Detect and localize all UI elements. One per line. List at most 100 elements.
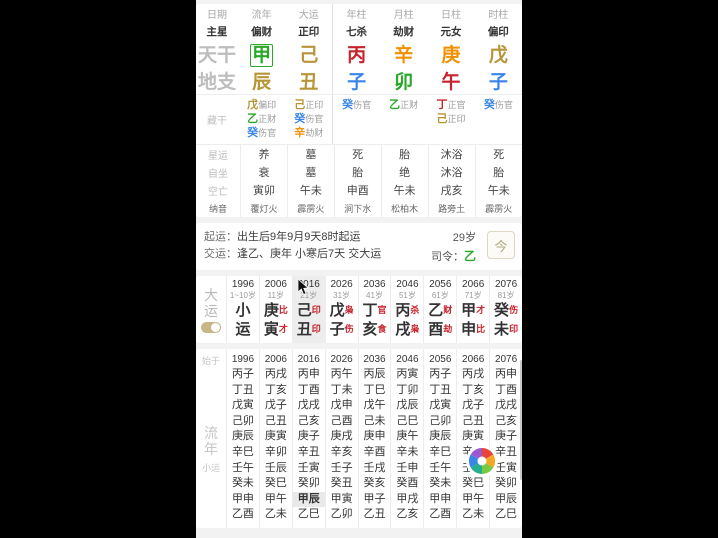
liunian-cell[interactable]: 庚子 bbox=[293, 429, 325, 445]
liunian-cell[interactable]: 己丑 bbox=[457, 414, 489, 430]
liunian-cell[interactable]: 壬寅 bbox=[293, 461, 325, 477]
liunian-cell[interactable]: 丁未 bbox=[326, 383, 358, 399]
liunian-cell[interactable]: 壬戌 bbox=[359, 461, 391, 477]
pillar-gan-2[interactable]: 丙 bbox=[332, 40, 380, 67]
dayun-side-label[interactable]: 大 运 bbox=[196, 276, 226, 343]
liunian-cell[interactable]: 戊午 bbox=[359, 398, 391, 414]
liunian-cell[interactable]: 辛亥 bbox=[326, 445, 358, 461]
liunian-cell[interactable]: 乙卯 bbox=[326, 507, 358, 523]
liunian-column-2016[interactable]: 2016 丙申 丁酉 戊戌 己亥 庚子 辛丑 壬寅 癸卯 甲辰 乙巳 bbox=[291, 349, 325, 528]
dayun-column-2006[interactable]: 2006 11岁 庚比 寅才 bbox=[258, 276, 292, 343]
liunian-column-2066[interactable]: 2066丙戌丁亥戊子己丑庚寅辛卯壬辰癸巳甲午乙未 bbox=[456, 349, 489, 528]
liunian-cell[interactable]: 丁酉 bbox=[293, 383, 325, 399]
liunian-cell[interactable]: 庚戌 bbox=[326, 429, 358, 445]
liunian-cell[interactable]: 壬午 bbox=[227, 461, 259, 477]
pillar-zhi-0[interactable]: 辰 bbox=[238, 67, 285, 94]
dayun-column-2026[interactable]: 2026 31岁 戊枭 子伤 bbox=[324, 276, 358, 343]
pillar-gan-0[interactable]: 甲 bbox=[238, 40, 285, 67]
liunian-cell[interactable]: 癸未 bbox=[227, 476, 259, 492]
liunian-cell[interactable]: 辛未 bbox=[391, 445, 423, 461]
liunian-cell[interactable]: 辛卯 bbox=[260, 445, 292, 461]
liunian-column-2006[interactable]: 2006 丙戌 丁亥 戊子 己丑 庚寅 辛卯 壬辰 癸巳 甲午 乙未 bbox=[258, 349, 292, 528]
liunian-column-2036[interactable]: 2036 丙辰 丁巳 戊午 己未 庚申 辛酉 壬戌 癸亥 甲子 乙丑 bbox=[357, 349, 391, 528]
liunian-cell[interactable]: 丁丑 bbox=[227, 383, 259, 399]
hidden-col-0[interactable]: 戊偏印 乙正财 癸伤官 bbox=[238, 95, 285, 144]
today-calendar-icon[interactable]: 今 bbox=[487, 231, 515, 259]
dayun-column-1996[interactable]: 1996 1~10岁小运 bbox=[226, 276, 259, 343]
liunian-cell[interactable]: 癸酉 bbox=[391, 476, 423, 492]
liunian-cell[interactable]: 辛巳 bbox=[424, 445, 456, 461]
liunian-cell[interactable]: 癸卯 bbox=[293, 476, 325, 492]
liunian-cell[interactable]: 己未 bbox=[359, 414, 391, 430]
pillar-gan-5[interactable]: 戊 bbox=[475, 40, 522, 67]
liunian-cell[interactable]: 己亥 bbox=[293, 414, 325, 430]
liunian-cell[interactable]: 丙子 bbox=[424, 367, 456, 383]
liunian-cell[interactable]: 癸丑 bbox=[326, 476, 358, 492]
liunian-cell[interactable]: 丙戌 bbox=[260, 367, 292, 383]
liunian-cell[interactable]: 癸卯 bbox=[490, 476, 522, 492]
pillar-zhi-5[interactable]: 子 bbox=[475, 67, 522, 94]
liunian-cell[interactable]: 乙未 bbox=[457, 507, 489, 523]
liunian-cell[interactable]: 己卯 bbox=[424, 414, 456, 430]
liunian-cell[interactable]: 壬辰 bbox=[260, 461, 292, 477]
liunian-cell[interactable]: 丙申 bbox=[293, 367, 325, 383]
hidden-col-2[interactable]: 癸伤官 bbox=[332, 95, 380, 144]
liunian-cell[interactable]: 乙巳 bbox=[490, 507, 522, 523]
pillar-zhi-3[interactable]: 卯 bbox=[380, 67, 427, 94]
liunian-cell[interactable]: 乙巳 bbox=[293, 507, 325, 523]
liunian-cell[interactable]: 甲辰 bbox=[490, 492, 522, 508]
liunian-cell[interactable]: 己卯 bbox=[227, 414, 259, 430]
dayun-column-2056[interactable]: 2056 61岁 乙财 酉劫 bbox=[423, 276, 456, 343]
liunian-cell[interactable]: 壬申 bbox=[391, 461, 423, 477]
hidden-col-3[interactable]: 乙正财 bbox=[380, 95, 427, 144]
liunian-cell[interactable]: 庚寅 bbox=[457, 429, 489, 445]
liunian-cell[interactable]: 丁丑 bbox=[424, 383, 456, 399]
dayun-column-2066[interactable]: 2066 71岁 甲才 申比 bbox=[456, 276, 489, 343]
liunian-cell[interactable]: 己亥 bbox=[490, 414, 522, 430]
hidden-col-4[interactable]: 丁正官 己正印 bbox=[427, 95, 474, 144]
dayun-column-2076[interactable]: 2076 81岁 癸伤 未印 bbox=[489, 276, 522, 343]
liunian-cell[interactable]: 甲辰 bbox=[292, 491, 325, 508]
liunian-cell[interactable]: 壬午 bbox=[424, 461, 456, 477]
liunian-cell[interactable]: 癸亥 bbox=[359, 476, 391, 492]
liunian-cell[interactable]: 己丑 bbox=[260, 414, 292, 430]
liunian-cell[interactable]: 癸巳 bbox=[457, 476, 489, 492]
liunian-cell[interactable]: 丁酉 bbox=[490, 383, 522, 399]
liunian-column-2046[interactable]: 2046 丙寅 丁卯 戊辰 己巳 庚午 辛未 壬申 癸酉 甲戌 乙亥 bbox=[390, 349, 423, 528]
pillar-gan-3[interactable]: 辛 bbox=[380, 40, 427, 67]
liunian-cell[interactable]: 戊辰 bbox=[391, 398, 423, 414]
liunian-cell[interactable]: 乙丑 bbox=[359, 507, 391, 523]
liunian-cell[interactable]: 戊寅 bbox=[424, 398, 456, 414]
liunian-cell[interactable]: 戊戌 bbox=[490, 398, 522, 414]
liunian-cell[interactable]: 庚辰 bbox=[227, 429, 259, 445]
dayun-toggle[interactable] bbox=[201, 321, 221, 333]
liunian-cell[interactable]: 甲子 bbox=[359, 492, 391, 508]
liunian-cell[interactable]: 癸未 bbox=[424, 476, 456, 492]
liunian-cell[interactable]: 己酉 bbox=[326, 414, 358, 430]
liunian-cell[interactable]: 庚申 bbox=[359, 429, 391, 445]
pillar-zhi-1[interactable]: 丑 bbox=[285, 67, 332, 94]
liunian-cell[interactable]: 庚子 bbox=[490, 429, 522, 445]
liunian-cell[interactable]: 戊子 bbox=[260, 398, 292, 414]
liunian-cell[interactable]: 丁亥 bbox=[457, 383, 489, 399]
pillar-zhi-4[interactable]: 午 bbox=[427, 67, 474, 94]
liunian-cell[interactable]: 癸巳 bbox=[260, 476, 292, 492]
liunian-cell[interactable]: 庚午 bbox=[391, 429, 423, 445]
liunian-cell[interactable]: 甲戌 bbox=[391, 492, 423, 508]
liunian-cell[interactable]: 丙申 bbox=[490, 367, 522, 383]
liunian-cell[interactable]: 乙未 bbox=[260, 507, 292, 523]
liunian-cell[interactable]: 丙午 bbox=[326, 367, 358, 383]
pillar-zhi-2[interactable]: 子 bbox=[332, 67, 380, 94]
liunian-cell[interactable]: 辛酉 bbox=[359, 445, 391, 461]
vertical-scrollbar[interactable] bbox=[520, 360, 522, 480]
liunian-cell[interactable]: 丙戌 bbox=[457, 367, 489, 383]
liunian-cell[interactable]: 甲午 bbox=[260, 492, 292, 508]
dayun-column-2036[interactable]: 2036 41岁 丁官 亥食 bbox=[357, 276, 391, 343]
liunian-cell[interactable]: 丁亥 bbox=[260, 383, 292, 399]
liunian-cell[interactable]: 己巳 bbox=[391, 414, 423, 430]
liunian-cell[interactable]: 甲午 bbox=[457, 492, 489, 508]
liunian-cell[interactable]: 丁巳 bbox=[359, 383, 391, 399]
liunian-cell[interactable]: 丙辰 bbox=[359, 367, 391, 383]
liunian-cell[interactable]: 辛丑 bbox=[293, 445, 325, 461]
hidden-col-1[interactable]: 己正印 癸伤官 辛劫财 bbox=[285, 95, 332, 144]
